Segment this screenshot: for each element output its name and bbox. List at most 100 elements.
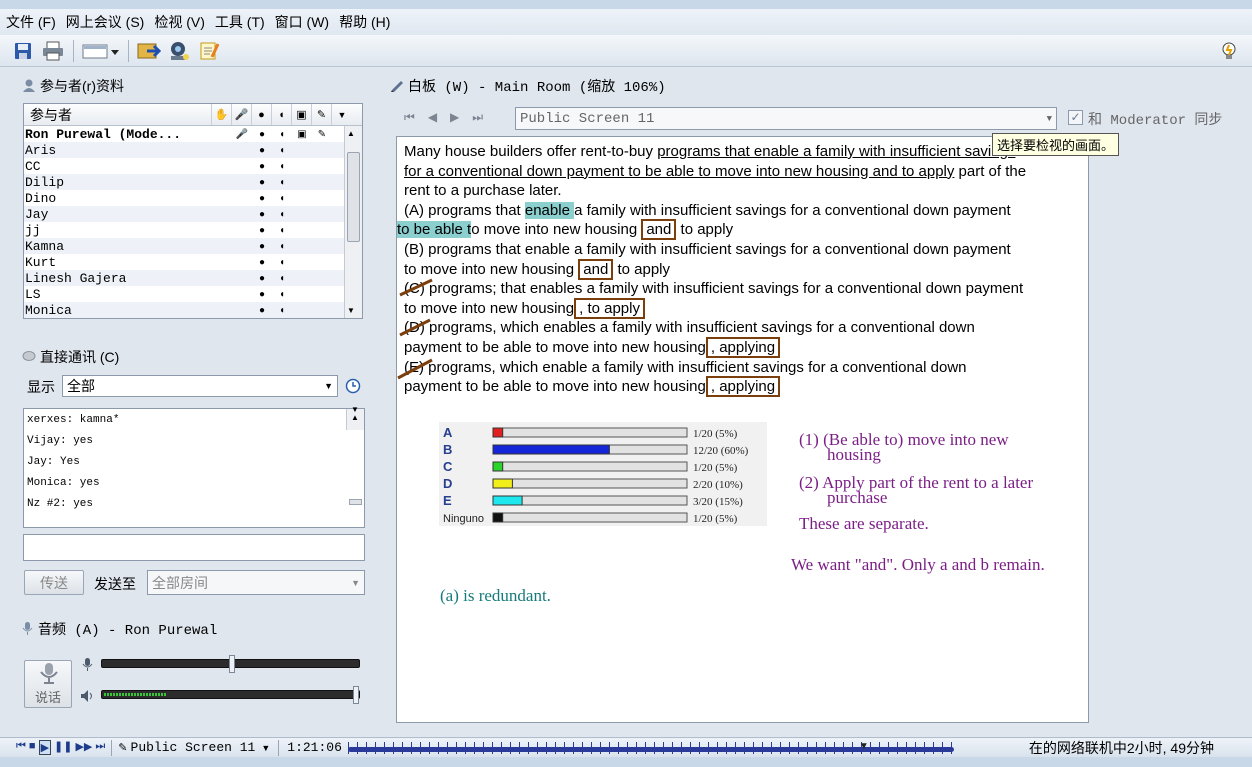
talk-button[interactable]: 说话	[24, 660, 72, 708]
list-item[interactable]: CC ● ◖	[24, 158, 362, 174]
scrollbar-thumb[interactable]	[347, 152, 360, 242]
poll-bar-track	[492, 461, 688, 472]
chat-scrollbar[interactable]: ▲ ▼	[346, 405, 364, 505]
show-filter-select[interactable]: 全部 ▼	[62, 375, 338, 397]
status-separator	[111, 739, 113, 756]
prev-screen-icon[interactable]: ◀	[428, 110, 437, 125]
first-screen-icon[interactable]: ⏮	[404, 110, 415, 125]
next-screen-icon[interactable]: ▶	[450, 110, 459, 125]
strike-marks	[397, 278, 433, 380]
scroll-up-icon[interactable]: ▲	[347, 129, 355, 138]
mic-volume-slider[interactable]	[101, 655, 360, 673]
column-menu-icon[interactable]: ▼	[332, 104, 352, 125]
layout-dropdown-icon[interactable]	[81, 38, 121, 64]
annotation-box: , to apply	[574, 297, 645, 319]
question-text: Many house builders offer rent-to-buy pr…	[397, 143, 1027, 398]
screen-select[interactable]: Public Screen 11 ▼	[515, 107, 1057, 130]
scroll-down-icon[interactable]: ▼	[347, 306, 355, 315]
skip-start-icon[interactable]: ⏮	[16, 740, 26, 755]
participants-icon	[22, 78, 36, 95]
share-screen-icon[interactable]	[136, 38, 162, 64]
send-to-select[interactable]: 全部房间 ▼	[147, 570, 365, 595]
status-screen-name[interactable]: Public Screen 11	[131, 740, 256, 755]
menu-window[interactable]: 窗口 (W)	[275, 12, 329, 32]
chat-messages[interactable]: xerxes: kamna* Vijay: yes Jay: Yes Monic…	[23, 405, 365, 528]
poll-bar	[492, 512, 504, 523]
raise-hand-icon[interactable]: ✋	[212, 104, 232, 125]
participants-header: 参与者 ✋ 🎤 ● ◖ ▣ ✎ ▼	[24, 104, 362, 126]
menu-meeting[interactable]: 网上会议 (S)	[66, 12, 145, 32]
chat-bubble-icon: ◖	[278, 304, 286, 316]
participants-list[interactable]: 参与者 ✋ 🎤 ● ◖ ▣ ✎ ▼ Ron Purewal (Mode... 🎤 ●…	[23, 103, 363, 319]
print-icon[interactable]	[40, 38, 66, 64]
mic-slider-handle[interactable]	[228, 655, 235, 673]
person-icon: ●	[258, 256, 266, 268]
strike-mark-c	[399, 278, 433, 297]
skip-end-icon[interactable]: ⏭	[95, 740, 105, 755]
video-column-icon[interactable]: ●	[252, 104, 272, 125]
fast-forward-icon[interactable]: ▶▶	[75, 740, 92, 755]
timeline-scrubber[interactable]: ▼	[347, 741, 954, 755]
chat-bubble-icon: ◖	[278, 192, 286, 204]
list-item[interactable]: Linesh Gajera ● ◖	[24, 270, 362, 286]
person-icon: ●	[258, 240, 266, 252]
list-item[interactable]: LS ● ◖	[24, 286, 362, 302]
person-icon: ●	[258, 272, 266, 284]
list-item[interactable]: Ron Purewal (Mode... 🎤 ● ◖ ▣ ✎	[24, 126, 362, 142]
scrollbar-thumb[interactable]	[349, 499, 362, 505]
sync-checkbox[interactable]: ✓	[1068, 110, 1083, 125]
participants-rows: Ron Purewal (Mode... 🎤 ● ◖ ▣ ✎ Aris ● ◖ CC ● ◖ Di…	[24, 126, 362, 318]
column-header-participant[interactable]: 参与者	[24, 104, 212, 125]
poll-bar	[492, 461, 504, 472]
window-bottom-strip	[0, 757, 1252, 767]
mic-column-icon[interactable]: 🎤	[232, 104, 252, 125]
speaker-volume-slider[interactable]	[101, 686, 360, 704]
participants-panel-title: 参与者(r)资料	[22, 76, 124, 96]
poll-bar	[492, 427, 504, 438]
menu-help[interactable]: 帮助 (H)	[339, 12, 390, 32]
stop-icon[interactable]: ■	[29, 740, 36, 755]
pen-column-icon[interactable]: ✎	[312, 104, 332, 125]
poll-bar-track	[492, 478, 688, 489]
chat-input[interactable]	[23, 534, 365, 561]
list-item[interactable]: jj ● ◖	[24, 222, 362, 238]
lightbulb-icon[interactable]	[1220, 41, 1238, 64]
last-screen-icon[interactable]: ⏭	[472, 110, 483, 125]
chevron-down-icon[interactable]: ▼	[261, 743, 270, 753]
timeline-handle[interactable]: ▼	[859, 741, 869, 752]
clock-icon[interactable]	[345, 378, 361, 397]
list-item[interactable]: Monica ● ◖	[24, 302, 362, 318]
list-item[interactable]: Dilip ● ◖	[24, 174, 362, 190]
send-button[interactable]: 传送	[24, 570, 84, 595]
status-bar: ⏮ ■ ▶ ❚❚ ▶▶ ⏭ ✎ Public Screen 11 ▼ 1:21:…	[0, 737, 1252, 757]
scroll-down-icon[interactable]: ▼	[351, 405, 359, 426]
chat-bubble-icon: ◖	[278, 144, 286, 156]
pause-icon[interactable]: ❚❚	[54, 740, 72, 755]
notes-icon[interactable]	[196, 38, 222, 64]
list-item[interactable]: Kamna ● ◖	[24, 238, 362, 254]
list-item[interactable]: Jay ● ◖	[24, 206, 362, 222]
list-item[interactable]: Dino ● ◖	[24, 190, 362, 206]
chat-bubble-icon: ◖	[278, 160, 286, 172]
menu-tools[interactable]: 工具 (T)	[215, 12, 265, 32]
speaker-slider-handle[interactable]	[353, 686, 359, 704]
menu-file[interactable]: 文件 (F)	[6, 12, 56, 32]
chat-column-icon[interactable]: ◖	[272, 104, 292, 125]
save-icon[interactable]	[10, 38, 36, 64]
play-icon[interactable]: ▶	[38, 740, 52, 755]
poll-value-label: 12/20 (60%)	[693, 445, 749, 457]
speaker-level-meter	[104, 693, 166, 696]
chat-bubble-icon: ◖	[278, 240, 286, 252]
list-item[interactable]: Aris ● ◖	[24, 142, 362, 158]
menu-view[interactable]: 检视 (V)	[154, 12, 205, 32]
chat-bubble-icon: ◖	[278, 224, 286, 236]
strike-mark-d	[399, 318, 431, 337]
whiteboard-canvas[interactable]: Many house builders offer rent-to-buy pr…	[396, 136, 1089, 723]
status-separator	[278, 739, 280, 756]
screen-column-icon[interactable]: ▣	[292, 104, 312, 125]
list-item[interactable]: Kurt ● ◖	[24, 254, 362, 270]
poll-category-label: B	[443, 442, 452, 457]
webcam-icon[interactable]	[166, 38, 192, 64]
participants-scrollbar[interactable]: ▲ ▼	[344, 126, 362, 318]
microphone-icon	[36, 662, 60, 687]
